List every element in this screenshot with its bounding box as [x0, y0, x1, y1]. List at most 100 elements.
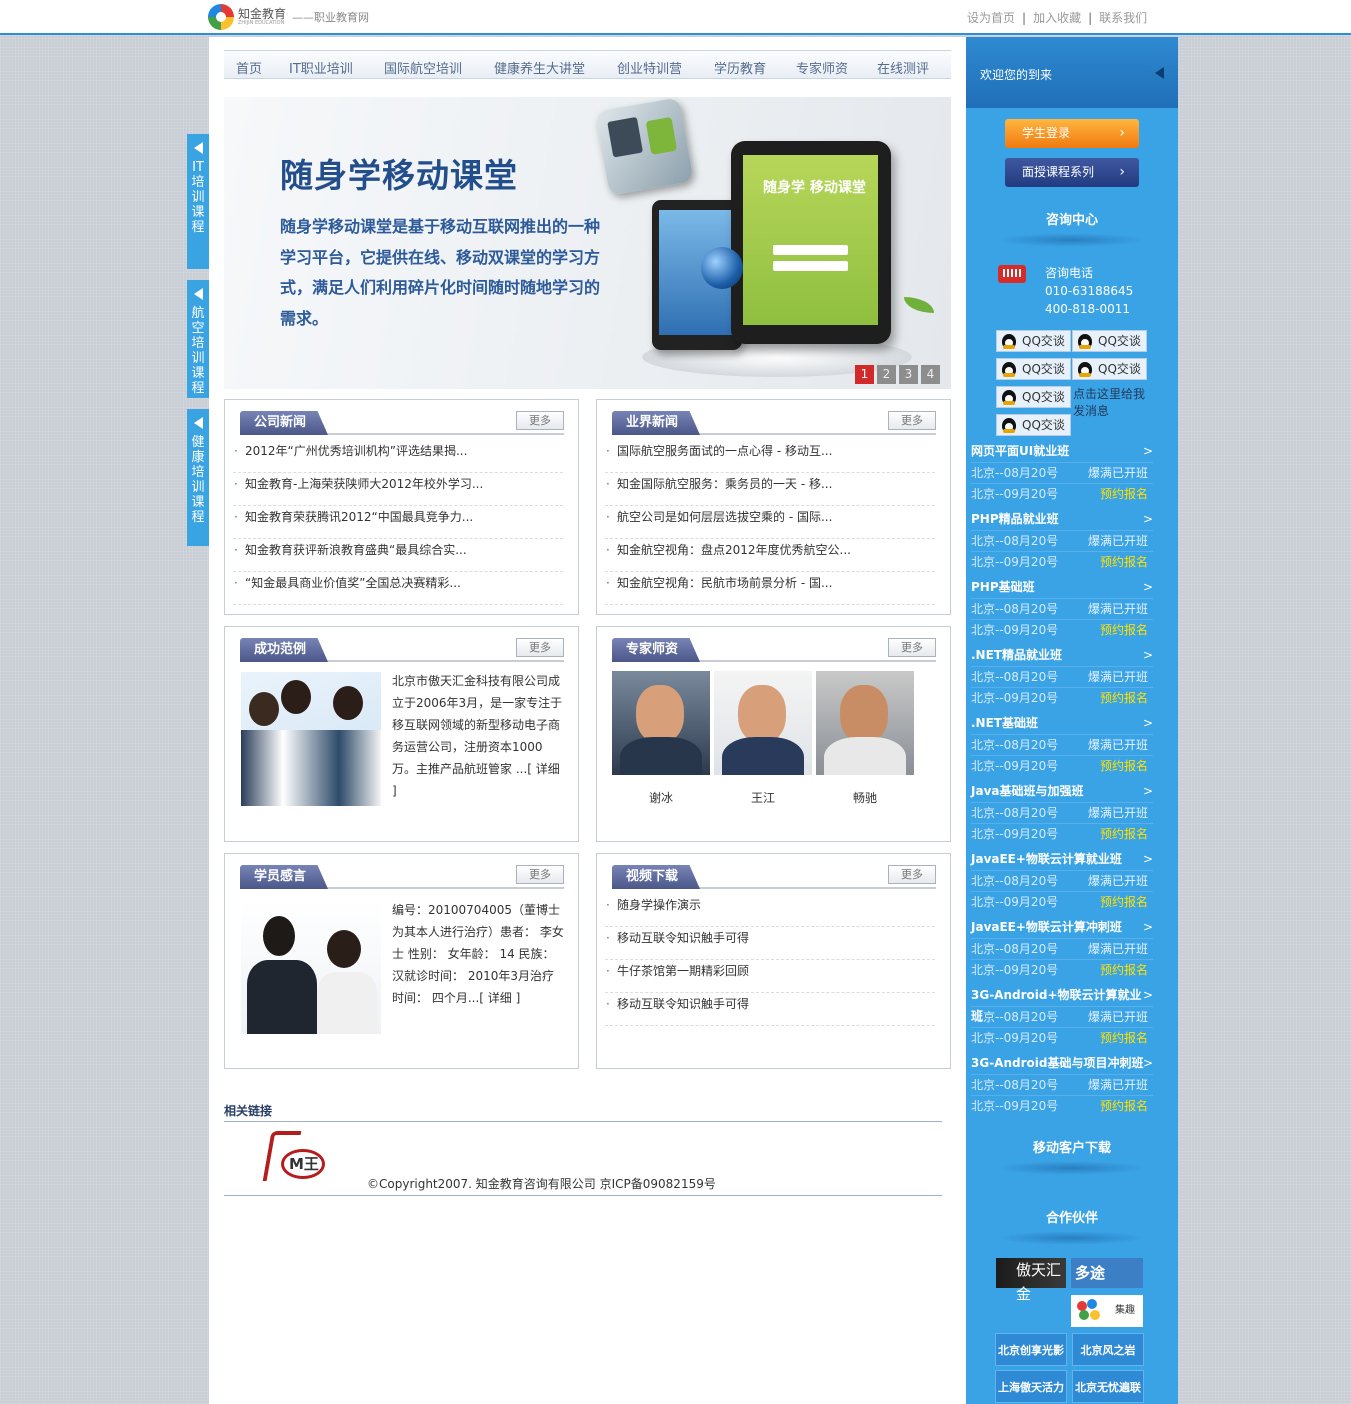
course-group: .NET基础班 > 北京--08月20号 爆满已开班 北京--09月20号 预约报名 [971, 713, 1153, 776]
more-button[interactable]: 更多 [888, 411, 936, 430]
book-now-link[interactable]: 预约报名 [1100, 1096, 1148, 1117]
list-item[interactable]: 知金教育荣获腾讯2012“中国最具竞争力... [233, 506, 563, 539]
list-item[interactable]: 移动互联令知识触手可得 [605, 993, 935, 1026]
industry-news-box: 业界新闻 更多 国际航空服务面试的一点心得 - 移动互... 知金国际航空服务：… [596, 399, 951, 615]
course-name[interactable]: 网页平面UI就业班 > [971, 441, 1153, 462]
banner-carousel[interactable]: 随身学移动课堂 随身学移动课堂是基于移动互联网推出的一种学习平台，它提供在线、移… [224, 97, 951, 389]
box-title: 公司新闻 [240, 411, 329, 435]
qq-chat-button[interactable]: QQ交谈 [996, 386, 1071, 408]
contact-link[interactable]: 联系我们 [1099, 11, 1147, 25]
list-item[interactable]: 航空公司是如何层层选拔空乘的 - 国际... [605, 506, 935, 539]
detail-link[interactable]: ...[ 详细 ] [468, 991, 520, 1005]
session-date: 北京--09月20号 [971, 691, 1059, 705]
course-name[interactable]: PHP基础班 > [971, 577, 1153, 598]
footer-logo[interactable]: M王 [262, 1131, 332, 1186]
list-item[interactable]: 移动互联令知识触手可得 [605, 927, 935, 960]
collapse-arrow-icon[interactable] [1155, 67, 1164, 79]
float-tab-aviation[interactable]: 航空培训课程 [187, 280, 209, 398]
book-now-link[interactable]: 预约报名 [1100, 960, 1148, 981]
qq-chat-button[interactable]: QQ交谈 [996, 330, 1071, 352]
pager-3[interactable]: 3 [899, 365, 918, 384]
list-item[interactable]: 知金航空视角：民航市场前景分析 - 国... [605, 572, 935, 605]
book-now-link[interactable]: 预约报名 [1100, 620, 1148, 641]
book-now-link[interactable]: 预约报名 [1100, 688, 1148, 709]
student-login-button[interactable]: 学生登录 › [1005, 119, 1139, 148]
book-now-link[interactable]: 预约报名 [1100, 1028, 1148, 1049]
nav-it-training[interactable]: IT职业培训 [289, 58, 353, 77]
more-button[interactable]: 更多 [888, 638, 936, 657]
session-date: 北京--09月20号 [971, 487, 1059, 501]
course-name[interactable]: PHP精品就业班 > [971, 509, 1153, 530]
nav-health-lecture[interactable]: 健康养生大讲堂 [494, 58, 585, 77]
list-item[interactable]: 2012年“广州优秀培训机构”评选结果揭... [233, 440, 563, 473]
course-name[interactable]: 3G-Android+物联云计算就业班 > [971, 985, 1153, 1023]
book-now-link[interactable]: 预约报名 [1100, 756, 1148, 777]
partner-logo-aotian[interactable]: 傲天汇金 [996, 1258, 1066, 1303]
list-item[interactable]: “知金最具商业价值奖”全国总决赛精彩... [233, 572, 563, 605]
partner-logo-jiqu[interactable]: 集趣 [1071, 1295, 1143, 1327]
course-name[interactable]: Java基础班与加强班 > [971, 781, 1153, 802]
expert-card[interactable]: 畅驰 [816, 671, 914, 806]
course-group: PHP精品就业班 > 北京--08月20号 爆满已开班 北京--09月20号 预约报名 [971, 509, 1153, 572]
more-button[interactable]: 更多 [888, 865, 936, 884]
list-item[interactable]: 国际航空服务面试的一点心得 - 移动互... [605, 440, 935, 473]
float-tab-label: 健康培训课程 [191, 435, 205, 525]
partner-button[interactable]: 北京无忧遍联 [1072, 1370, 1144, 1403]
nav-online-test[interactable]: 在线测评 [877, 58, 929, 77]
pager-1[interactable]: 1 [855, 365, 874, 384]
partner-button[interactable]: 上海傲天活力 [995, 1370, 1067, 1403]
nav-degree-education[interactable]: 学历教育 [714, 58, 766, 77]
more-button[interactable]: 更多 [516, 411, 564, 430]
banner-title: 随身学移动课堂 [280, 156, 518, 195]
separator: | [1088, 11, 1093, 25]
qq-chat-button[interactable]: QQ交谈 [1072, 330, 1147, 352]
partner-button[interactable]: 北京风之岩 [1072, 1333, 1144, 1366]
list-item[interactable]: 随身学操作演示 [605, 894, 935, 927]
list-item[interactable]: 知金国际航空服务：乘务员的一天 - 移... [605, 473, 935, 506]
box-header: 成功范例 更多 [240, 638, 564, 662]
float-tab-health[interactable]: 健康培训课程 [187, 409, 209, 546]
qq-message-link[interactable]: 点击这里给我发消息 [1073, 386, 1153, 420]
video-list: 随身学操作演示 移动互联令知识触手可得 牛仔茶馆第一期精彩回顾 移动互联令知识触… [605, 894, 935, 1026]
pager-4[interactable]: 4 [921, 365, 940, 384]
nav-home[interactable]: 首页 [236, 58, 262, 77]
course-name[interactable]: JavaEE+物联云计算冲刺班 > [971, 917, 1153, 938]
book-now-link[interactable]: 预约报名 [1100, 892, 1148, 913]
book-now-link[interactable]: 预约报名 [1100, 484, 1148, 505]
partner-button[interactable]: 北京创享光影 [995, 1333, 1067, 1366]
session-date: 北京--08月20号 [971, 602, 1059, 616]
qq-chat-button[interactable]: QQ交谈 [996, 358, 1071, 380]
banner-pager: 1 2 3 4 [855, 365, 940, 384]
expert-card[interactable]: 谢冰 [612, 671, 710, 806]
add-favorite-link[interactable]: 加入收藏 [1033, 11, 1081, 25]
list-item[interactable]: 知金教育-上海荣获陕师大2012年校外学习... [233, 473, 563, 506]
session-date: 北京--09月20号 [971, 623, 1059, 637]
course-group: JavaEE+物联云计算冲刺班 > 北京--08月20号 爆满已开班 北京--09月20… [971, 917, 1153, 980]
list-item[interactable]: 知金教育获评新浪教育盛典“最具综合实... [233, 539, 563, 572]
site-logo[interactable]: 知金教育 ZHIJIN EDUCATION ——职业教育网 [208, 3, 369, 31]
qq-chat-button[interactable]: QQ交谈 [1072, 358, 1147, 380]
session-date: 北京--08月20号 [971, 1078, 1059, 1092]
list-item[interactable]: 牛仔茶馆第一期精彩回顾 [605, 960, 935, 993]
course-name[interactable]: .NET精品就业班 > [971, 645, 1153, 666]
expert-card[interactable]: 王江 [714, 671, 812, 806]
set-homepage-link[interactable]: 设为首页 [967, 11, 1015, 25]
pager-2[interactable]: 2 [877, 365, 896, 384]
course-name[interactable]: .NET基础班 > [971, 713, 1153, 734]
book-now-link[interactable]: 预约报名 [1100, 552, 1148, 573]
partner-logo-duotu[interactable]: 多途 [1071, 1258, 1143, 1288]
nav-aviation-training[interactable]: 国际航空培训 [384, 58, 462, 77]
course-series-button[interactable]: 面授课程系列 › [1005, 158, 1139, 187]
more-button[interactable]: 更多 [516, 638, 564, 657]
book-now-link[interactable]: 预约报名 [1100, 824, 1148, 845]
nav-expert-teachers[interactable]: 专家师资 [796, 58, 848, 77]
float-tab-it[interactable]: IT培训课程 [187, 134, 209, 269]
mobile-download-title[interactable]: 移动客户下载 [966, 1137, 1178, 1156]
list-item[interactable]: 知金航空视角：盘点2012年度优秀航空公... [605, 539, 935, 572]
course-name[interactable]: 3G-Android基础与项目冲刺班 > [971, 1053, 1153, 1074]
nav-startup-camp[interactable]: 创业特训营 [617, 58, 682, 77]
course-name[interactable]: JavaEE+物联云计算就业班 > [971, 849, 1153, 870]
qq-chat-button[interactable]: QQ交谈 [996, 414, 1071, 436]
success-case-photo [241, 672, 381, 806]
more-button[interactable]: 更多 [516, 865, 564, 884]
